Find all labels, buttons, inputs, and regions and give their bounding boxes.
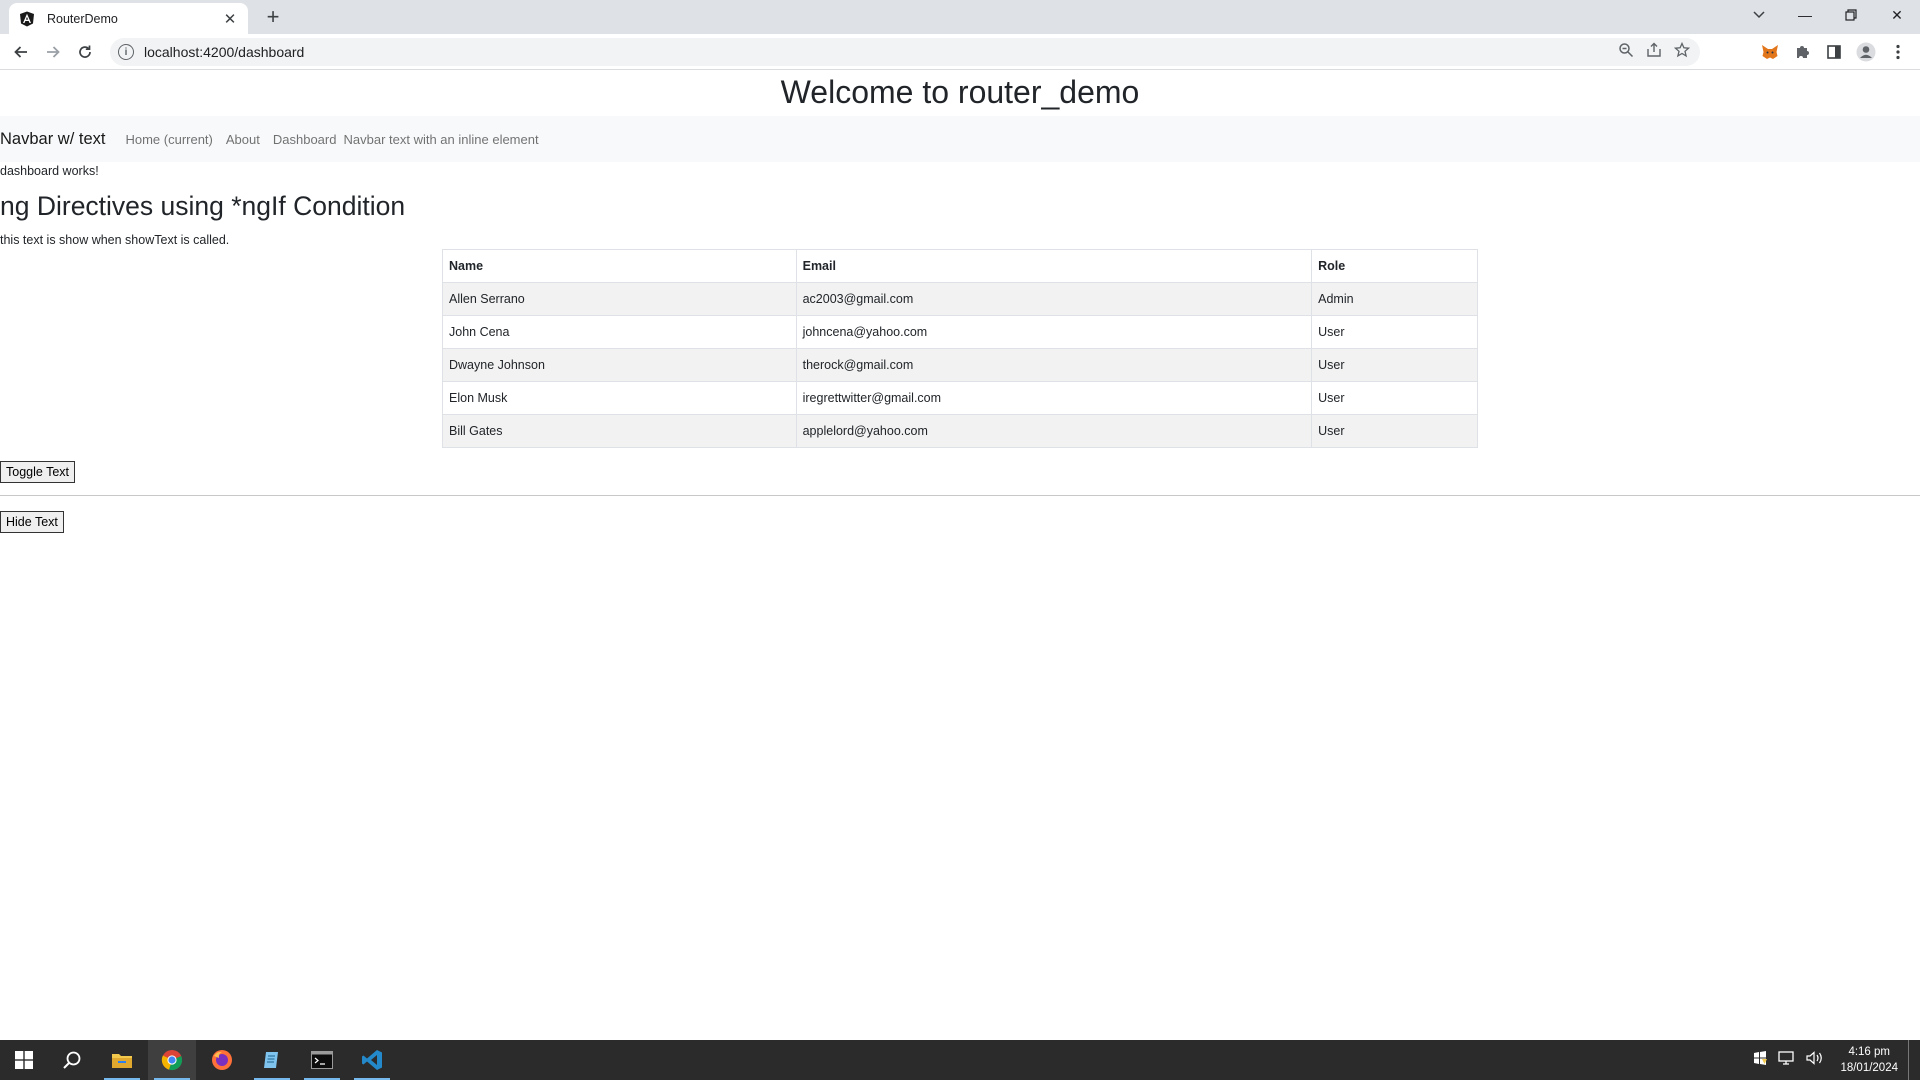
share-icon[interactable]: [1646, 42, 1662, 63]
cell-email: iregrettwitter@gmail.com: [795, 381, 1313, 415]
navbar-text: Navbar text with an inline element: [343, 131, 539, 147]
nav-link-dashboard[interactable]: Dashboard: [273, 132, 337, 147]
column-header-role: Role: [1311, 249, 1478, 283]
cell-name: Bill Gates: [442, 414, 797, 448]
taskbar-clock[interactable]: 4:16 pm 18/01/2024: [1840, 1044, 1898, 1076]
new-tab-icon[interactable]: +: [260, 4, 286, 30]
star-icon[interactable]: [1673, 41, 1691, 63]
taskbar: 4:16 pm 18/01/2024: [0, 1040, 1920, 1080]
puzzle-icon[interactable]: [1791, 41, 1813, 63]
cell-email: ac2003@gmail.com: [795, 282, 1313, 316]
cell-email: therock@gmail.com: [795, 348, 1313, 382]
table-row: Elon Musk iregrettwitter@gmail.com User: [442, 381, 1478, 415]
cell-role: User: [1311, 315, 1478, 349]
tab-search-icon[interactable]: [1745, 3, 1773, 27]
nav-link-home[interactable]: Home (current): [125, 132, 212, 147]
profile-icon[interactable]: [1855, 41, 1877, 63]
system-tray: 4:16 pm 18/01/2024: [1752, 1040, 1912, 1080]
table-row: John Cena johncena@yahoo.com User: [442, 315, 1478, 349]
chrome-icon[interactable]: [148, 1040, 196, 1080]
page-viewport: Welcome to router_demo Navbar w/ text Ho…: [0, 70, 1920, 1040]
cell-name: Allen Serrano: [442, 282, 797, 316]
cell-role: User: [1311, 414, 1478, 448]
clock-date: 18/01/2024: [1840, 1062, 1898, 1074]
vscode-icon[interactable]: [348, 1040, 396, 1080]
address-bar[interactable]: i localhost:4200/dashboard: [110, 38, 1700, 66]
table-row: Dwayne Johnson therock@gmail.com User: [442, 348, 1478, 382]
side-panel-icon[interactable]: [1823, 41, 1845, 63]
address-url[interactable]: localhost:4200/dashboard: [144, 44, 304, 60]
cell-name: Dwayne Johnson: [442, 348, 797, 382]
browser-tab[interactable]: RouterDemo ✕: [9, 3, 248, 34]
network-icon[interactable]: [1778, 1050, 1796, 1070]
navbar-brand[interactable]: Navbar w/ text: [0, 130, 105, 149]
dashboard-works-text: dashboard works!: [0, 164, 99, 178]
angular-icon: [20, 11, 34, 26]
site-info-icon[interactable]: i: [118, 44, 134, 60]
cell-email: applelord@yahoo.com: [795, 414, 1313, 448]
metamask-icon[interactable]: [1759, 41, 1781, 63]
kebab-menu-icon[interactable]: [1887, 41, 1909, 63]
notepad-icon[interactable]: [248, 1040, 296, 1080]
navbar: Navbar w/ text Home (current) About Dash…: [0, 116, 1920, 162]
minimize-icon[interactable]: —: [1782, 0, 1828, 30]
zoom-icon[interactable]: [1618, 42, 1634, 63]
reload-icon[interactable]: [72, 39, 98, 65]
cell-role: User: [1311, 348, 1478, 382]
hide-text-button[interactable]: Hide Text: [0, 511, 64, 533]
search-icon[interactable]: [48, 1040, 96, 1080]
tab-title: RouterDemo: [47, 11, 118, 26]
table-row: Bill Gates applelord@yahoo.com User: [442, 414, 1478, 448]
horizontal-divider: [0, 495, 1920, 496]
firefox-icon[interactable]: [198, 1040, 246, 1080]
file-explorer-icon[interactable]: [98, 1040, 146, 1080]
cell-role: Admin: [1311, 282, 1478, 316]
show-text-paragraph: this text is show when showText is calle…: [0, 233, 230, 247]
cell-name: John Cena: [442, 315, 797, 349]
close-window-icon[interactable]: ✕: [1874, 0, 1920, 30]
back-arrow-icon[interactable]: [8, 39, 34, 65]
browser-toolbar: i localhost:4200/dashboard: [0, 34, 1920, 70]
window-controls: — ✕: [1782, 0, 1920, 30]
show-desktop-strip[interactable]: [1908, 1040, 1912, 1080]
clock-time: 4:16 pm: [1848, 1046, 1890, 1058]
page-title: Welcome to router_demo: [780, 74, 1140, 110]
cell-role: User: [1311, 381, 1478, 415]
cell-name: Elon Musk: [442, 381, 797, 415]
terminal-icon[interactable]: [298, 1040, 346, 1080]
column-header-email: Email: [795, 249, 1313, 283]
column-header-name: Name: [442, 249, 797, 283]
restore-icon[interactable]: [1828, 0, 1874, 30]
forward-arrow-icon[interactable]: [40, 39, 66, 65]
nav-link-about[interactable]: About: [226, 132, 260, 147]
table-row: Allen Serrano ac2003@gmail.com Admin: [442, 282, 1478, 316]
windows-start-icon[interactable]: [0, 1040, 48, 1080]
toggle-text-button[interactable]: Toggle Text: [0, 461, 76, 483]
cell-email: johncena@yahoo.com: [795, 315, 1313, 349]
table-header-row: Name Email Role: [442, 249, 1478, 283]
directive-heading: ng Directives using *ngIf Condition: [0, 191, 406, 221]
users-table: Name Email Role Allen Serrano ac2003@gma…: [442, 249, 1478, 448]
browser-tabstrip: RouterDemo ✕ + — ✕: [0, 0, 1920, 34]
close-tab-icon[interactable]: ✕: [222, 10, 238, 28]
security-icon[interactable]: [1752, 1050, 1768, 1071]
volume-icon[interactable]: [1806, 1050, 1824, 1070]
